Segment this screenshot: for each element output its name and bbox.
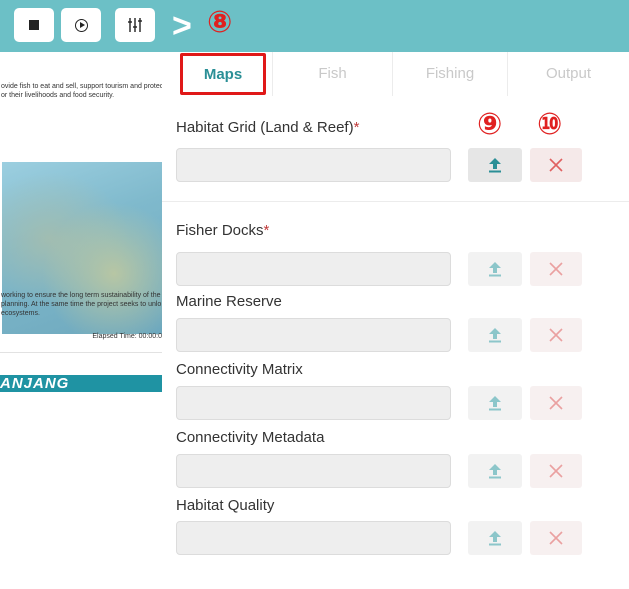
habitat-quality-clear-button[interactable]	[530, 521, 582, 555]
fisher-docks-clear-button[interactable]	[530, 252, 582, 286]
stop-button[interactable]	[14, 8, 54, 42]
connectivity-matrix-upload-button[interactable]	[468, 386, 522, 420]
connectivity-metadata-input[interactable]	[176, 454, 451, 488]
tab-bar: Maps Fish Fishing Output	[162, 52, 629, 96]
tab-fish[interactable]: Fish	[272, 52, 392, 96]
connectivity-matrix-label: Connectivity Matrix	[176, 361, 303, 378]
step-marker-8: ⑧	[207, 5, 233, 40]
required-marker: *	[263, 222, 270, 239]
habitat-grid-input[interactable]	[176, 148, 451, 182]
fisher-docks-input[interactable]	[176, 252, 451, 286]
chevron-right-icon: >	[172, 7, 192, 45]
banner-logo: ANJANG	[0, 375, 162, 392]
habitat-grid-label: Habitat Grid (Land & Reef)*	[176, 119, 359, 136]
marine-reserve-label: Marine Reserve	[176, 293, 282, 310]
close-icon	[549, 464, 563, 478]
field-label-text: Marine Reserve	[176, 293, 282, 310]
field-label-text: Fisher Docks	[176, 222, 264, 239]
divider	[0, 352, 162, 353]
play-circle-icon	[74, 18, 88, 32]
close-icon	[549, 262, 563, 276]
connectivity-matrix-clear-button[interactable]	[530, 386, 582, 420]
fisher-docks-upload-button[interactable]	[468, 252, 522, 286]
field-label-text: Connectivity Metadata	[176, 429, 325, 446]
background-article: ovide fish to eat and sell, support tour…	[0, 52, 162, 589]
field-label-text: Habitat Grid (Land & Reef)	[176, 119, 354, 136]
stop-icon	[29, 20, 39, 30]
close-icon	[549, 328, 563, 342]
tab-maps[interactable]: Maps	[180, 53, 266, 95]
habitat-grid-upload-button[interactable]	[468, 148, 522, 182]
connectivity-metadata-label: Connectivity Metadata	[176, 429, 324, 446]
article-body-line: planning. At the same time the project s…	[1, 301, 162, 308]
play-button[interactable]	[61, 8, 101, 42]
connectivity-metadata-upload-button[interactable]	[468, 454, 522, 488]
field-label-text: Habitat Quality	[176, 497, 275, 514]
upload-icon	[489, 158, 501, 173]
habitat-quality-input[interactable]	[176, 521, 451, 555]
required-marker: *	[353, 119, 360, 136]
article-body-line: working to ensure the long term sustaina…	[1, 292, 161, 299]
habitat-grid-clear-button[interactable]	[530, 148, 582, 182]
tab-fishing[interactable]: Fishing	[392, 52, 507, 96]
close-icon	[549, 158, 563, 172]
top-toolbar: > ⑧	[0, 0, 629, 52]
upload-icon	[489, 464, 501, 479]
connectivity-matrix-input[interactable]	[176, 386, 451, 420]
upload-icon	[489, 328, 501, 343]
article-intro-line: ovide fish to eat and sell, support tour…	[1, 83, 162, 90]
tab-output[interactable]: Output	[507, 52, 629, 96]
close-icon	[549, 531, 563, 545]
close-icon	[549, 396, 563, 410]
marine-reserve-input[interactable]	[176, 318, 451, 352]
field-label-text: Connectivity Matrix	[176, 361, 303, 378]
article-body-line: ecosystems.	[1, 310, 40, 317]
article-intro-line: or their livelihoods and food security.	[1, 92, 115, 99]
upload-icon	[489, 531, 501, 546]
step-marker-9: ⑨	[477, 107, 503, 142]
upload-icon	[489, 262, 501, 277]
marine-reserve-upload-button[interactable]	[468, 318, 522, 352]
connectivity-metadata-clear-button[interactable]	[530, 454, 582, 488]
elapsed-time: Elapsed Time: 00:00:0	[92, 333, 162, 340]
fisher-docks-label: Fisher Docks*	[176, 222, 269, 239]
settings-button[interactable]	[115, 8, 155, 42]
habitat-quality-label: Habitat Quality	[176, 497, 274, 514]
sliders-icon	[128, 18, 142, 32]
section-divider	[162, 201, 629, 202]
marine-reserve-clear-button[interactable]	[530, 318, 582, 352]
upload-icon	[489, 396, 501, 411]
habitat-quality-upload-button[interactable]	[468, 521, 522, 555]
step-marker-10: ⑩	[537, 107, 563, 142]
